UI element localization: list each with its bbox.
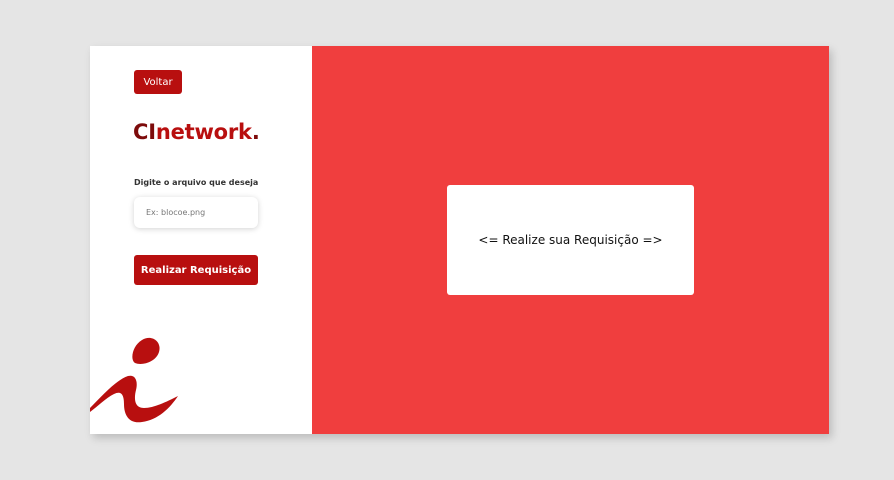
app-logo: CInetwork. [133, 120, 260, 144]
brand-i-icon [90, 337, 178, 423]
logo-part-dot: . [251, 120, 260, 144]
logo-part-network: network [155, 120, 252, 144]
logo-part-ci: CI [133, 120, 156, 144]
sidebar-panel: Voltar CInetwork. Digite o arquivo que d… [90, 46, 312, 434]
result-text: <= Realize sua Requisição => [478, 233, 663, 247]
result-box: <= Realize sua Requisição => [447, 185, 694, 295]
file-field-label: Digite o arquivo que deseja [134, 178, 259, 187]
back-button[interactable]: Voltar [134, 70, 182, 94]
submit-request-button[interactable]: Realizar Requisição [134, 255, 258, 285]
result-panel: <= Realize sua Requisição => [312, 46, 829, 434]
file-name-input[interactable] [134, 197, 258, 228]
app-card: Voltar CInetwork. Digite o arquivo que d… [90, 46, 829, 434]
